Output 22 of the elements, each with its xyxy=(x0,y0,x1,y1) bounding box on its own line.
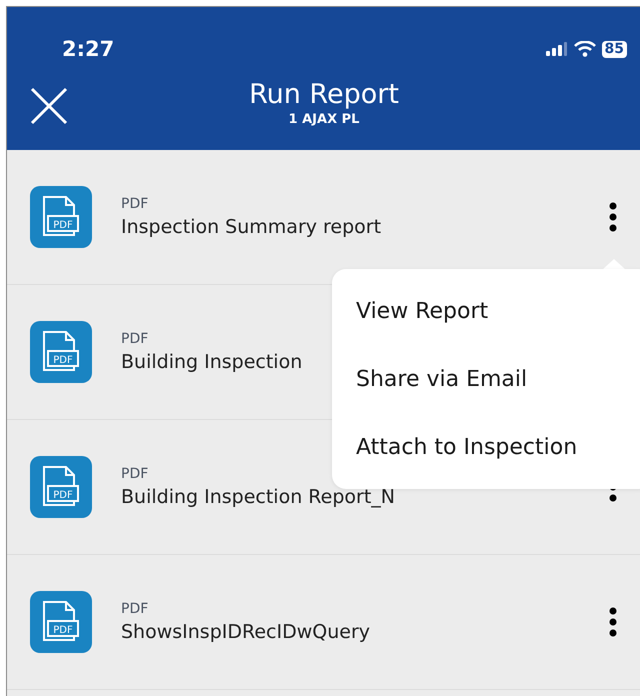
pdf-file-icon: PDF xyxy=(30,456,92,518)
page-subtitle: 1 AJAX PL xyxy=(288,112,360,127)
file-type: PDF xyxy=(121,331,150,347)
status-time: 2:27 xyxy=(62,37,114,61)
menu-item[interactable]: Share via Email xyxy=(332,345,640,413)
page-title: Run Report xyxy=(249,79,399,110)
report-name: Building Inspection xyxy=(121,351,304,373)
file-type: PDF xyxy=(121,601,150,617)
report-name: ShowsInspIDRecIDwQuery xyxy=(121,621,372,643)
report-name: Building Inspection Report_N xyxy=(121,486,396,508)
pdf-file-icon: PDF xyxy=(30,186,92,248)
pdf-file-icon: PDF xyxy=(30,321,92,383)
file-type: PDF xyxy=(121,196,150,212)
battery-level: 85 xyxy=(602,40,627,58)
file-type: PDF xyxy=(121,466,150,482)
kebab-icon xyxy=(609,607,617,637)
report-row[interactable]: PDF PDF ShowsInspIDRecIDwQuery xyxy=(7,555,640,690)
kebab-icon xyxy=(609,202,617,232)
wifi-icon xyxy=(574,41,596,57)
report-name: Inspection Summary report xyxy=(121,216,382,238)
pdf-file-icon: PDF xyxy=(30,591,92,653)
signal-icon xyxy=(546,42,568,56)
